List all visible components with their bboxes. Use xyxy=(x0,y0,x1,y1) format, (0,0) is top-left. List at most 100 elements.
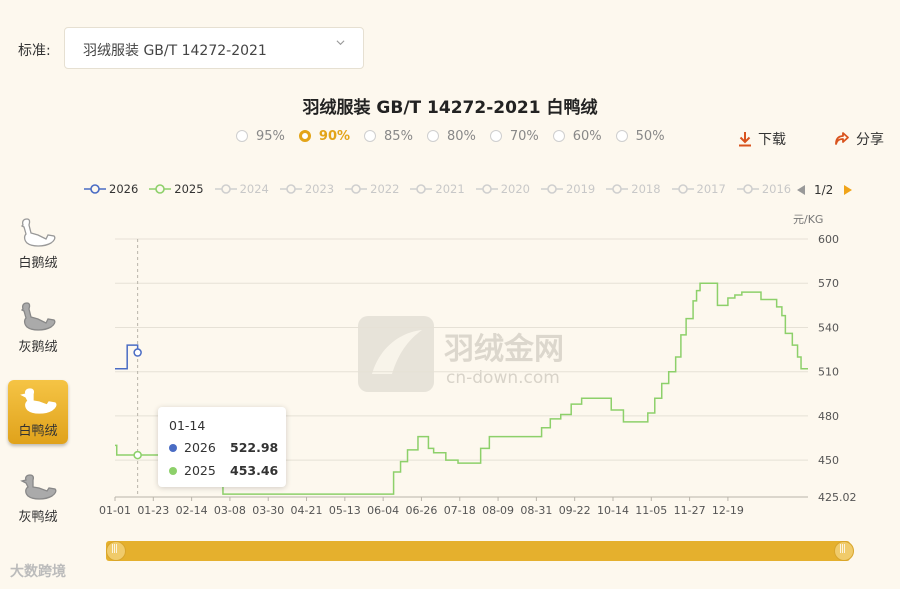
legend-marker-icon xyxy=(736,184,759,194)
next-page-icon[interactable] xyxy=(843,184,853,196)
legend-year-2017[interactable]: 2017 xyxy=(671,182,726,196)
percent-option[interactable]: 70% xyxy=(489,126,539,146)
x-tick-label: 03-30 xyxy=(252,504,284,517)
legend-year-label: 2018 xyxy=(631,182,661,196)
hover-point-2026 xyxy=(133,348,142,357)
x-tick-label: 09-22 xyxy=(559,504,591,517)
legend-year-2018[interactable]: 2018 xyxy=(606,182,661,196)
tooltip-date: 01-14 xyxy=(169,418,206,433)
percent-option[interactable]: 60% xyxy=(552,126,602,146)
tooltip-row: 2026 522.98 xyxy=(169,440,279,455)
share-label: 分享 xyxy=(856,132,884,148)
legend-marker-icon xyxy=(475,184,498,194)
percent-option-label: 60% xyxy=(572,128,602,144)
legend-marker-icon xyxy=(84,184,106,194)
brand-watermark: 大数跨境 xyxy=(10,564,66,580)
tooltip-series-name: 2026 xyxy=(184,440,216,455)
x-tick-label: 06-04 xyxy=(367,504,399,517)
y-tick-label: 480 xyxy=(818,410,839,423)
percent-option[interactable]: 95% xyxy=(236,126,285,146)
radio-icon xyxy=(236,130,248,142)
x-tick-label: 04-21 xyxy=(291,504,323,517)
tooltip-series-value: 453.46 xyxy=(230,463,279,478)
tooltip: 01-14 2026 522.98 2025 453.46 xyxy=(158,407,286,487)
legend-marker-icon xyxy=(279,184,302,194)
y-axis-label: 元/KG xyxy=(793,213,823,226)
radio-icon xyxy=(489,130,502,142)
price-chart[interactable]: 600 570 540 510 480 450 425.02 元/KG 01-01 01-23 02… xyxy=(0,200,900,530)
x-tick-label: 06-26 xyxy=(405,504,437,517)
radio-icon xyxy=(364,130,377,142)
percent-option[interactable]: 80% xyxy=(426,126,476,146)
percent-option-label: 85% xyxy=(384,128,413,144)
legend-year-label: 2023 xyxy=(304,182,335,196)
range-end-handle[interactable] xyxy=(834,541,854,561)
legend-year-label: 2024 xyxy=(239,182,269,196)
legend-year-label: 2019 xyxy=(565,182,596,196)
radio-checked-icon xyxy=(298,130,311,142)
legend-marker-icon xyxy=(540,184,563,194)
share-button[interactable]: 分享 xyxy=(834,129,884,149)
percent-option-label: 70% xyxy=(509,128,539,144)
y-tick-label: 600 xyxy=(818,233,839,246)
series-line-2026 xyxy=(115,344,139,370)
tooltip-row: 2025 453.46 xyxy=(169,463,279,478)
radio-icon xyxy=(615,130,628,142)
radio-icon xyxy=(426,130,439,142)
download-label: 下载 xyxy=(758,132,786,148)
chart-title: 羽绒服装 GB/T 14272-2021 白鸭绒 xyxy=(302,98,598,118)
x-tick-label: 01-23 xyxy=(137,504,169,517)
x-tick-label: 01-01 xyxy=(99,504,131,517)
legend-year-2023[interactable]: 2023 xyxy=(279,182,335,196)
download-button[interactable]: 下载 xyxy=(738,129,786,149)
x-tick-label: 12-19 xyxy=(712,504,744,517)
y-tick-label: 570 xyxy=(818,277,839,290)
standard-label: 标准: xyxy=(18,43,51,59)
percent-option-label: 95% xyxy=(256,128,285,144)
x-tick-label: 05-13 xyxy=(329,504,361,517)
download-icon xyxy=(739,132,751,147)
x-tick-label: 10-14 xyxy=(597,504,629,517)
series-dot-icon xyxy=(169,466,177,475)
y-tick-label: 425.02 xyxy=(818,491,857,504)
pager-text: 1/2 xyxy=(814,183,834,197)
legend-marker-icon xyxy=(149,184,172,194)
legend-marker-icon xyxy=(671,184,694,194)
series-dot-icon xyxy=(169,443,177,452)
percent-option[interactable]: 50% xyxy=(615,126,665,146)
legend-year-label: 2022 xyxy=(370,182,400,196)
percent-options: 95% 90% 85% 80% 70% 60% 50% xyxy=(236,126,679,146)
legend-year-2025[interactable]: 2025 xyxy=(149,182,204,196)
share-icon xyxy=(835,132,849,145)
legend-year-2021[interactable]: 2021 xyxy=(410,182,465,196)
x-tick-label: 08-31 xyxy=(520,504,552,517)
legend-year-2026[interactable]: 2026 xyxy=(84,182,138,196)
range-start-handle[interactable] xyxy=(106,541,126,561)
x-tick-label: 08-09 xyxy=(482,504,514,517)
x-tick-label: 02-14 xyxy=(176,504,208,517)
legend-year-2022[interactable]: 2022 xyxy=(345,182,399,196)
percent-option[interactable]: 85% xyxy=(364,126,413,146)
date-range-slider[interactable] xyxy=(106,541,854,561)
legend-marker-icon xyxy=(345,184,368,194)
year-legend: 2026 2025 2024 2023 2022 2021 2020 2019 2018 2017… xyxy=(84,182,802,196)
legend-marker-icon xyxy=(410,184,433,194)
y-tick-label: 510 xyxy=(818,366,839,379)
legend-year-2019[interactable]: 2019 xyxy=(540,182,596,196)
hover-point-2025 xyxy=(133,450,142,460)
percent-option-label: 90% xyxy=(318,128,351,144)
legend-pager: 1/2 xyxy=(796,183,853,197)
legend-year-label: 2021 xyxy=(435,182,465,196)
legend-year-2016[interactable]: 2016 xyxy=(736,182,792,196)
x-tick-label: 11-27 xyxy=(674,504,706,517)
x-tick-label: 03-08 xyxy=(214,504,246,517)
legend-year-label: 2017 xyxy=(696,182,726,196)
chevron-down-icon xyxy=(336,40,345,46)
legend-year-label: 2016 xyxy=(761,182,792,196)
standard-select[interactable]: 羽绒服装 GB/T 14272-2021 xyxy=(64,27,364,69)
percent-option-label: 50% xyxy=(635,128,665,144)
percent-option[interactable]: 90% xyxy=(298,126,351,146)
legend-year-2024[interactable]: 2024 xyxy=(214,182,269,196)
legend-year-2020[interactable]: 2020 xyxy=(475,182,530,196)
prev-page-icon[interactable] xyxy=(796,184,806,196)
